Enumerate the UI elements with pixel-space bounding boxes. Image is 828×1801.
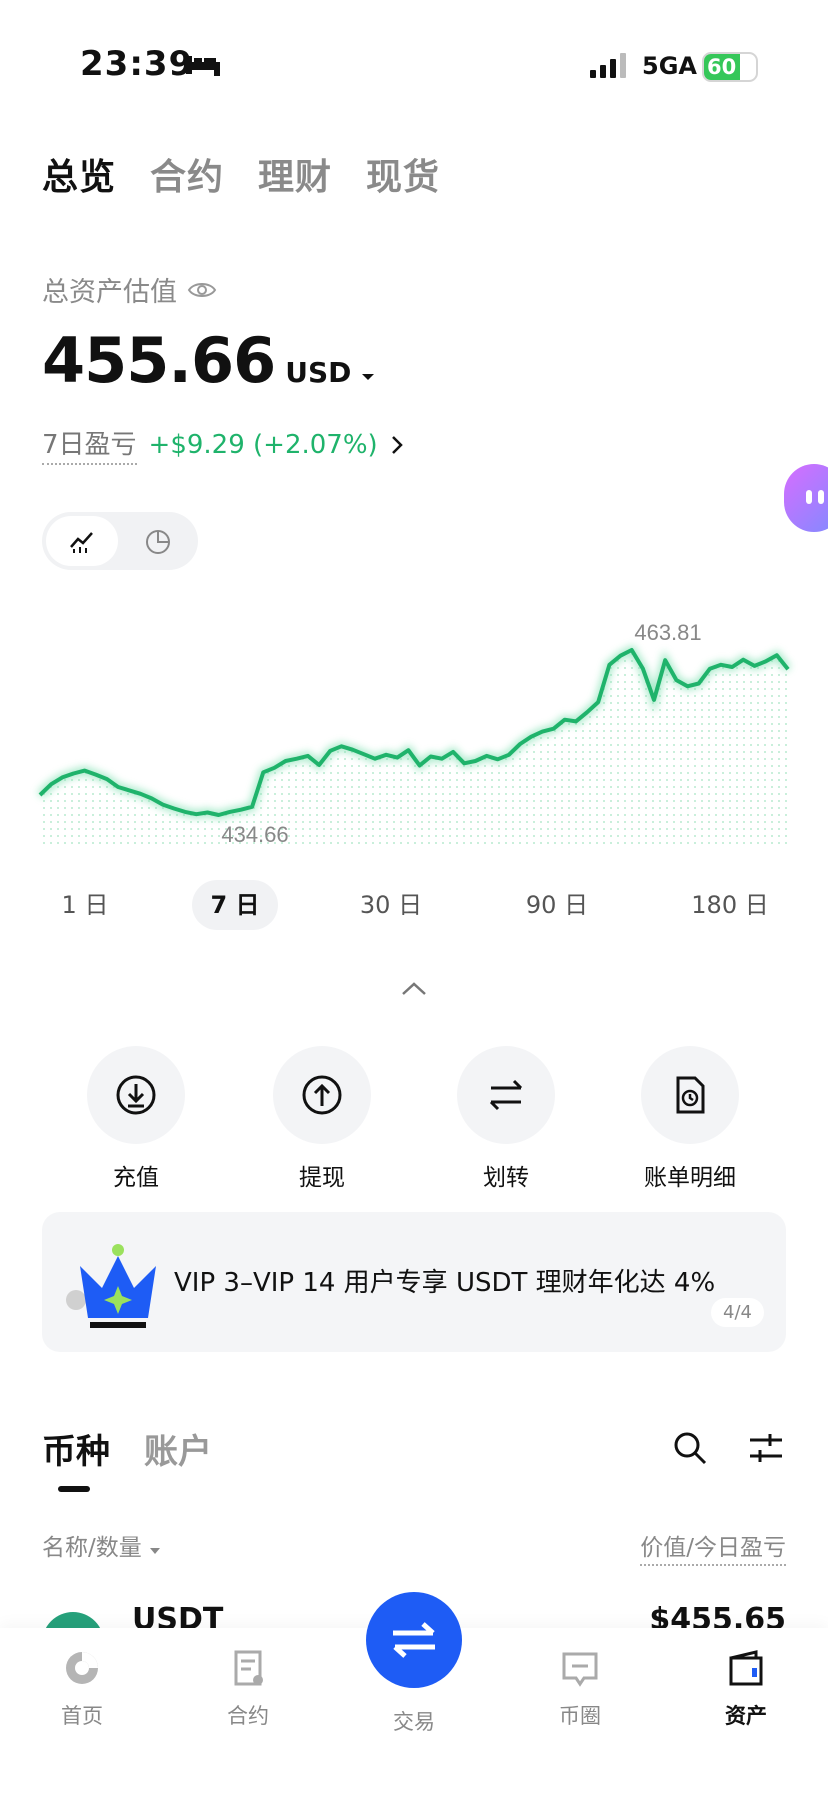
nav-home[interactable]: 首页 [22, 1648, 142, 1730]
nav-assets-label: 资产 [725, 1704, 767, 1728]
withdraw-label: 提现 [299, 1165, 345, 1191]
sort-name-quantity[interactable]: 名称/数量 [42, 1528, 161, 1562]
search-icon[interactable] [672, 1430, 708, 1466]
tab-contract[interactable]: 合约 [150, 148, 224, 200]
nav-contract[interactable]: 合约 [188, 1648, 308, 1730]
nav-home-label: 首页 [61, 1704, 103, 1728]
range-180d[interactable]: 180 日 [680, 880, 780, 930]
list-tabs: 币种 账户 [42, 1424, 212, 1473]
banner-page-indicator: 4/4 [711, 1298, 764, 1327]
total-assets-label: 总资产估值 [42, 277, 177, 308]
assistant-bubble[interactable] [784, 464, 828, 532]
chart-mode-toggle [42, 512, 198, 570]
nav-trade-label: 交易 [393, 1710, 435, 1734]
promo-banner[interactable]: VIP 3–VIP 14 用户专享 USDT 理财年化达 4% 4/4 [42, 1212, 786, 1352]
range-1d[interactable]: 1 日 [42, 880, 128, 930]
tab-spot[interactable]: 现货 [366, 148, 440, 200]
caret-down-icon [150, 1548, 161, 1554]
vip-crown-icon [80, 1244, 156, 1328]
range-7d[interactable]: 7 日 [192, 880, 278, 930]
tab-coins[interactable]: 币种 [42, 1424, 110, 1473]
nav-trade-button[interactable] [366, 1592, 462, 1688]
deposit-icon [116, 1075, 156, 1115]
total-assets-value: 455.66 [42, 324, 276, 397]
tab-accounts[interactable]: 账户 [144, 1424, 212, 1473]
asset-chart[interactable]: 463.81 434.66 [0, 610, 828, 860]
pnl-row[interactable]: 7日盈亏 +$9.29 (+2.07%) [42, 424, 404, 465]
currency-selector[interactable]: USD [285, 356, 351, 389]
bill-details-button[interactable]: 账单明细 [620, 1046, 760, 1192]
bill-icon [676, 1076, 705, 1114]
total-assets-value-row: 455.66 USD [42, 324, 375, 397]
withdraw-button[interactable]: 提现 [252, 1046, 392, 1192]
home-icon [66, 1652, 98, 1684]
transfer-icon [489, 1079, 523, 1111]
pie-chart-mode-button[interactable] [122, 516, 194, 566]
nav-community-label: 币圈 [559, 1704, 601, 1728]
banner-text: VIP 3–VIP 14 用户专享 USDT 理财年化达 4% [174, 1268, 716, 1298]
chevron-right-icon [391, 435, 403, 454]
community-icon [562, 1652, 598, 1687]
line-chart-icon [70, 532, 93, 553]
deposit-button[interactable]: 充值 [66, 1046, 206, 1192]
battery-icon: 60 [702, 52, 758, 82]
bill-details-label: 账单明细 [644, 1165, 736, 1191]
withdraw-icon [302, 1075, 342, 1115]
range-90d[interactable]: 90 日 [512, 880, 602, 930]
eye-icon[interactable] [187, 279, 217, 301]
range-selector: 1 日 7 日 30 日 90 日 180 日 [0, 876, 828, 936]
status-time: 23:39 [80, 44, 194, 84]
bed-icon [186, 56, 220, 76]
pie-chart-icon [146, 530, 170, 554]
chart-min-label: 434.66 [221, 822, 288, 847]
network-indicator: 5GA [642, 52, 697, 80]
range-30d[interactable]: 30 日 [348, 880, 434, 930]
chart-max-label: 463.81 [634, 620, 701, 645]
tab-underline [58, 1486, 90, 1492]
transfer-label: 划转 [483, 1165, 529, 1191]
pnl-value: +$9.29 (+2.07%) [148, 429, 378, 460]
transfer-button[interactable]: 划转 [436, 1046, 576, 1192]
signal-icon [590, 53, 626, 78]
assets-icon [729, 1650, 763, 1686]
chevron-up-icon[interactable] [400, 980, 428, 998]
caret-down-icon[interactable] [361, 372, 375, 382]
nav-community[interactable]: 币圈 [520, 1648, 640, 1730]
filter-icon[interactable] [748, 1430, 784, 1466]
pnl-label: 7日盈亏 [42, 424, 137, 465]
nav-contract-label: 合约 [227, 1704, 269, 1728]
col-right-label[interactable]: 价值/今日盈亏 [640, 1528, 786, 1566]
trade-icon [393, 1622, 435, 1658]
col-left-label: 名称/数量 [42, 1535, 142, 1561]
battery-level: 60 [707, 55, 737, 79]
tab-finance[interactable]: 理财 [258, 148, 332, 200]
contract-icon [234, 1650, 263, 1686]
top-tabs: 总览 合约 理财 现货 [42, 148, 440, 200]
total-assets-label-row: 总资产估值 [42, 270, 217, 309]
line-chart-mode-button[interactable] [46, 516, 118, 566]
tab-overview[interactable]: 总览 [42, 148, 116, 200]
nav-assets[interactable]: 资产 [686, 1648, 806, 1730]
deposit-label: 充值 [113, 1165, 159, 1191]
